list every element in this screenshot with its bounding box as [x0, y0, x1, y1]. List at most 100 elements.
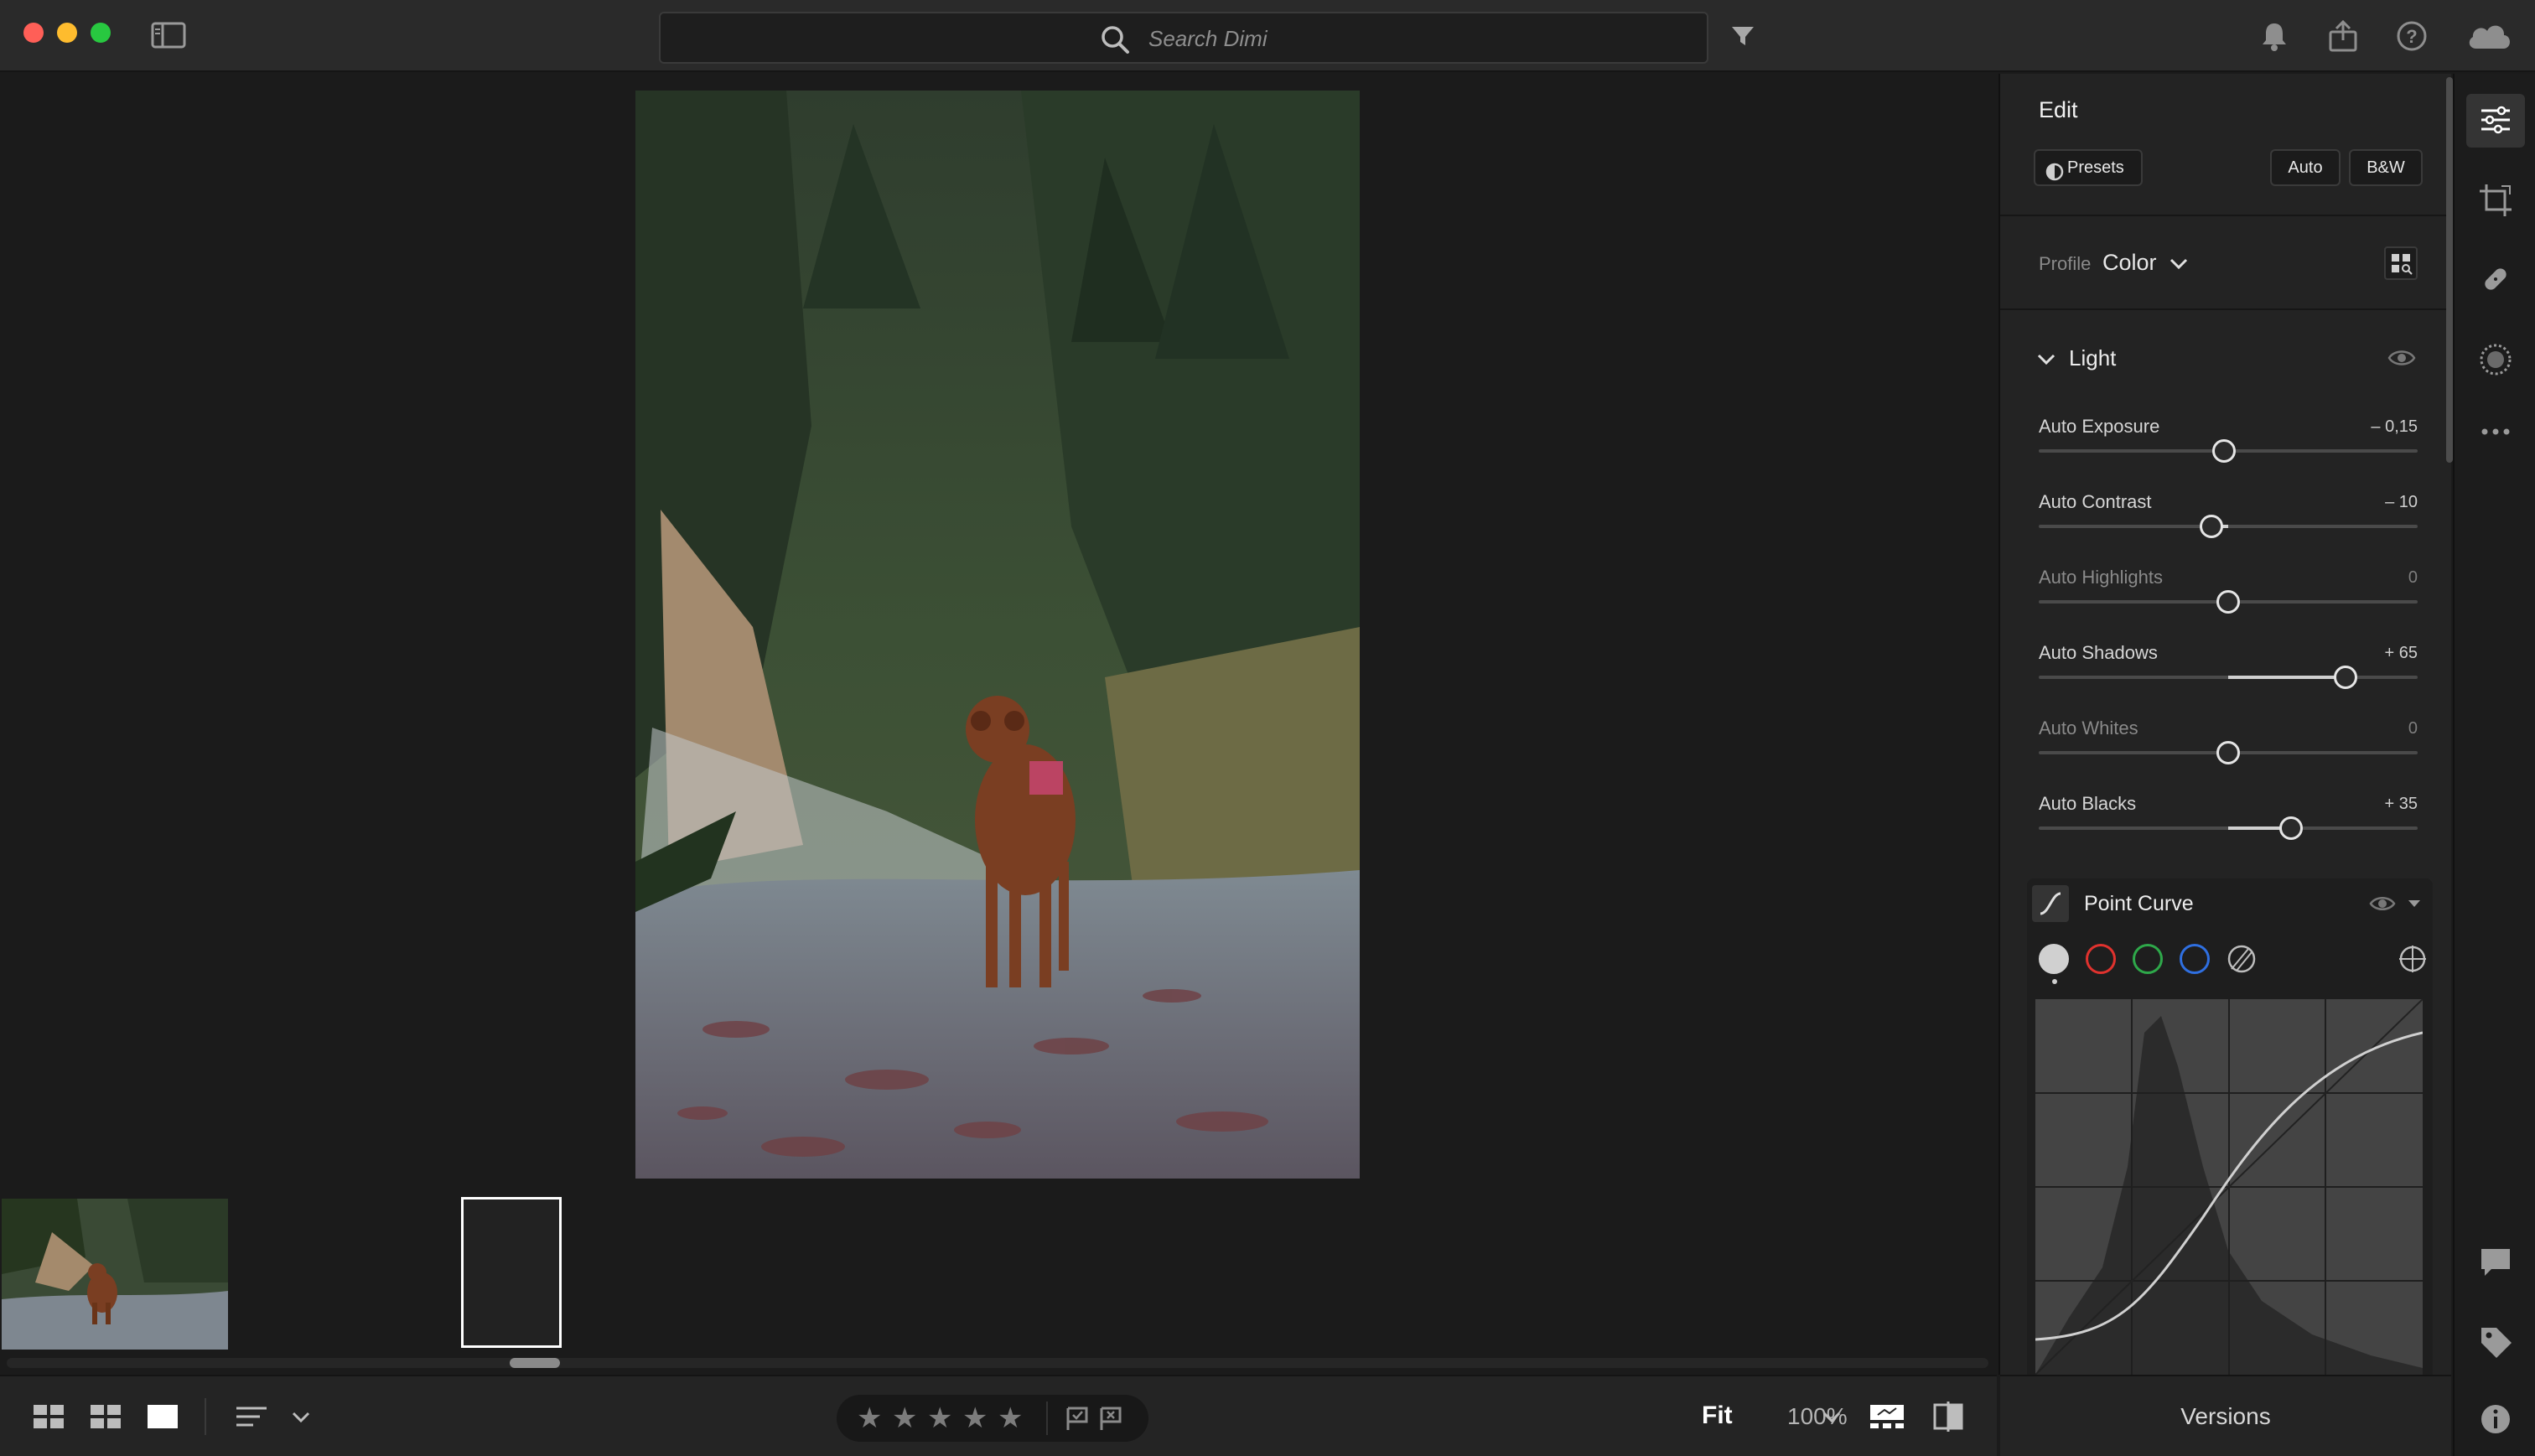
zoom-dropdown-chevron-icon[interactable] — [1819, 1402, 1844, 1432]
slider-fill — [2228, 676, 2346, 679]
sort-dropdown-chevron-icon[interactable] — [288, 1402, 314, 1432]
auto-button[interactable]: Auto — [2270, 149, 2341, 186]
compare-view-icon[interactable] — [1931, 1402, 1965, 1432]
filmstrip-scroll-thumb[interactable] — [510, 1358, 560, 1368]
slider-handle[interactable] — [2334, 666, 2358, 689]
rgb-channel-button[interactable] — [2039, 944, 2069, 974]
edit-panel-scrollbar[interactable] — [2446, 77, 2453, 463]
slider-track[interactable] — [2039, 816, 2418, 840]
star-5-icon[interactable]: ★ — [998, 1403, 1023, 1433]
bottom-toolbar: ★ ★ ★ ★ ★ Fit 100% — [0, 1375, 1997, 1456]
slider-track[interactable] — [2039, 590, 2418, 614]
point-curve-visibility-eye-icon[interactable] — [2369, 894, 2396, 914]
light-section-title[interactable]: Light — [2069, 345, 2116, 371]
profile-chevron-down-icon[interactable] — [2168, 255, 2190, 273]
rating-and-flag-bar: ★ ★ ★ ★ ★ — [837, 1395, 1148, 1442]
star-3-icon[interactable]: ★ — [927, 1403, 952, 1433]
slider-handle[interactable] — [2212, 439, 2237, 463]
filmstrip-toggle-icon[interactable] — [1868, 1402, 1906, 1432]
title-bar: ? — [0, 0, 2535, 72]
search-bar[interactable] — [659, 12, 1708, 64]
filter-icon[interactable] — [1725, 18, 1760, 54]
curve-icon[interactable] — [2032, 885, 2069, 922]
masking-icon[interactable] — [2476, 340, 2515, 379]
slider-label: Auto Whites — [2039, 718, 2138, 738]
sidebar-toggle-icon[interactable] — [151, 22, 186, 49]
slider-track[interactable] — [2039, 439, 2418, 463]
light-section-chevron-icon[interactable] — [2035, 350, 2057, 369]
point-curve-menu-icon[interactable] — [2406, 897, 2423, 910]
help-icon[interactable]: ? — [2394, 18, 2429, 54]
filmstrip — [0, 1197, 1997, 1368]
slider-value[interactable]: – 10 — [2317, 493, 2418, 512]
slider-handle[interactable] — [2216, 741, 2240, 764]
versions-label: Versions — [2180, 1403, 2271, 1429]
slider-value[interactable]: + 65 — [2317, 644, 2418, 663]
red-channel-button[interactable] — [2086, 944, 2116, 974]
square-grid-view-icon[interactable] — [32, 1402, 65, 1432]
slider-value[interactable]: + 35 — [2317, 795, 2418, 814]
parametric-curve-icon[interactable] — [2227, 944, 2257, 974]
rating-divider — [1046, 1402, 1048, 1435]
photo-grid-view-icon[interactable] — [89, 1402, 122, 1432]
slider-track[interactable] — [2039, 515, 2418, 538]
filmstrip-thumbnail-selected[interactable] — [461, 1197, 562, 1348]
info-icon[interactable] — [2476, 1400, 2515, 1438]
edit-panel-title: Edit — [2039, 97, 2078, 122]
cloud-icon[interactable] — [2465, 18, 2515, 54]
toolbar-divider — [205, 1398, 206, 1435]
light-visibility-eye-icon[interactable] — [2387, 347, 2416, 369]
star-1-icon[interactable]: ★ — [857, 1403, 882, 1433]
blue-channel-button[interactable] — [2180, 944, 2210, 974]
fit-zoom-option[interactable]: Fit — [1702, 1402, 1733, 1430]
profile-browser-icon[interactable] — [2384, 246, 2418, 280]
presets-button[interactable]: Presets — [2034, 149, 2143, 186]
black-white-button[interactable]: B&W — [2349, 149, 2423, 186]
tool-rail — [2453, 74, 2535, 1456]
detail-view-icon[interactable] — [146, 1402, 179, 1432]
slider-handle[interactable] — [2278, 816, 2303, 840]
healing-brush-icon[interactable] — [2476, 260, 2515, 298]
presets-icon — [2045, 159, 2064, 181]
share-icon[interactable] — [2325, 18, 2361, 54]
filmstrip-thumbnail[interactable] — [2, 1199, 228, 1350]
edit-panel: Edit Presets Auto B&W Profile Color Ligh… — [1998, 74, 2453, 1375]
point-curve-title: Point Curve — [2084, 892, 2194, 915]
slider-label: Auto Exposure — [2039, 416, 2160, 437]
reject-flag-icon[interactable] — [1098, 1405, 1125, 1432]
star-4-icon[interactable]: ★ — [962, 1403, 988, 1433]
green-channel-button[interactable] — [2133, 944, 2163, 974]
slider-track[interactable] — [2039, 666, 2418, 689]
active-channel-indicator — [2052, 979, 2057, 984]
slider-handle[interactable] — [2199, 515, 2223, 538]
slider-value[interactable]: 0 — [2317, 568, 2418, 588]
bell-icon[interactable] — [2257, 18, 2292, 54]
sort-icon[interactable] — [235, 1402, 268, 1432]
search-icon — [1100, 24, 1130, 54]
comments-icon[interactable] — [2476, 1242, 2515, 1281]
slider-label: Auto Contrast — [2039, 491, 2152, 512]
star-2-icon[interactable]: ★ — [892, 1403, 917, 1433]
slider-value[interactable]: 0 — [2317, 719, 2418, 738]
slider-value[interactable]: – 0,15 — [2317, 417, 2418, 437]
profile-label: Profile — [2039, 253, 2092, 274]
search-input[interactable] — [1148, 22, 1651, 55]
slider-track[interactable] — [2039, 741, 2418, 764]
more-options-icon[interactable] — [2476, 412, 2515, 451]
maximize-window-button[interactable] — [91, 23, 111, 43]
tone-curve-graph[interactable] — [2035, 999, 2423, 1375]
slider-label: Auto Blacks — [2039, 793, 2137, 814]
minimize-window-button[interactable] — [57, 23, 77, 43]
filmstrip-scrollbar[interactable] — [7, 1358, 1988, 1368]
keywords-tag-icon[interactable] — [2476, 1323, 2515, 1361]
crop-icon[interactable] — [2476, 181, 2515, 220]
edit-sliders-icon[interactable] — [2476, 101, 2515, 139]
close-window-button[interactable] — [23, 23, 44, 43]
versions-tab[interactable]: Versions — [2000, 1375, 2451, 1456]
photo-canvas[interactable] — [0, 74, 1997, 1368]
profile-dropdown[interactable]: Color — [2102, 250, 2157, 276]
pick-flag-icon[interactable] — [1065, 1405, 1091, 1432]
slider-handle[interactable] — [2216, 590, 2240, 614]
lightroom-window: ? — [0, 0, 2535, 1456]
targeted-adjustment-icon[interactable] — [2398, 944, 2428, 974]
